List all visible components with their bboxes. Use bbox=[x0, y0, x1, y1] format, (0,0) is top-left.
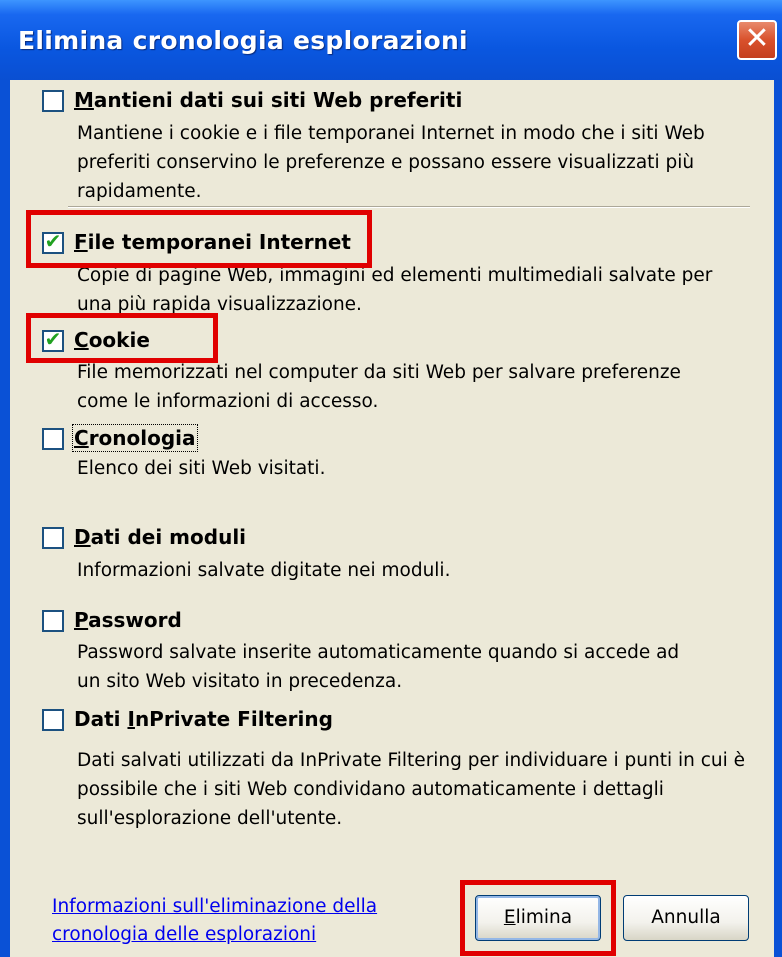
mnemonic: C bbox=[74, 426, 89, 450]
mnemonic: I bbox=[127, 707, 135, 731]
description-line: Elenco dei siti Web visitati. bbox=[77, 458, 326, 479]
highlight-cookies bbox=[26, 313, 218, 363]
label-form-data[interactable]: Dati dei moduli bbox=[74, 525, 246, 549]
mnemonic: P bbox=[74, 608, 89, 632]
label-text: ronologia bbox=[88, 426, 196, 450]
label-keep-favorites[interactable]: Mantieni dati sui siti Web preferiti bbox=[74, 88, 462, 112]
description-line: preferiti conservino le preferenze e pos… bbox=[77, 152, 695, 173]
description-cookies: File memorizzati nel computer da siti We… bbox=[77, 358, 681, 416]
description-line: Informazioni salvate digitate nei moduli… bbox=[77, 560, 451, 581]
highlight-delete-button bbox=[460, 880, 616, 956]
label-text: ati dei moduli bbox=[90, 525, 247, 549]
label-text: nPrivate Filtering bbox=[134, 707, 333, 731]
label-text: assword bbox=[88, 608, 182, 632]
description-line: un sito Web visitato in precedenza. bbox=[77, 671, 403, 692]
checkbox-passwords[interactable] bbox=[42, 610, 64, 632]
description-inprivate-data: Dati salvati utilizzati da InPrivate Fil… bbox=[77, 746, 745, 833]
mnemonic: M bbox=[74, 88, 94, 112]
label-passwords[interactable]: Password bbox=[74, 608, 182, 632]
dialog-title: Elimina cronologia esplorazioni bbox=[18, 26, 468, 55]
label-history[interactable]: Cronologia bbox=[72, 424, 198, 452]
description-temp-files: Copie di pagine Web, immagini ed element… bbox=[77, 261, 712, 319]
separator-line bbox=[68, 206, 750, 208]
description-line: Password salvate inserite automaticament… bbox=[77, 642, 680, 663]
label-inprivate-data[interactable]: Dati InPrivate Filtering bbox=[74, 707, 333, 731]
mnemonic: D bbox=[74, 525, 91, 549]
description-line: come le informazioni di accesso. bbox=[77, 391, 379, 412]
help-link-line-1[interactable]: Informazioni sull'eliminazione della bbox=[52, 896, 377, 917]
description-line: Mantiene i cookie e i file temporanei In… bbox=[77, 123, 705, 144]
label-text: antieni dati sui siti Web preferiti bbox=[93, 88, 463, 112]
checkbox-inprivate-data[interactable] bbox=[42, 709, 64, 731]
label-prefix: Dati bbox=[74, 707, 128, 731]
cancel-button[interactable]: Annulla bbox=[623, 895, 749, 941]
highlight-temp-files bbox=[26, 210, 372, 268]
dialog-window: Elimina cronologia esplorazioni ✕ Mantie… bbox=[0, 0, 782, 957]
description-form-data: Informazioni salvate digitate nei moduli… bbox=[77, 556, 450, 585]
description-keep-favorites: Mantiene i cookie e i file temporanei In… bbox=[77, 119, 705, 206]
close-button[interactable]: ✕ bbox=[737, 20, 777, 60]
checkbox-keep-favorites[interactable] bbox=[42, 90, 64, 112]
checkbox-history[interactable] bbox=[42, 428, 64, 450]
description-history: Elenco dei siti Web visitati. bbox=[77, 454, 325, 483]
description-line: sull'esplorazione dell'utente. bbox=[77, 808, 343, 829]
close-icon: ✕ bbox=[744, 21, 770, 56]
help-link-line-2[interactable]: cronologia delle esplorazioni bbox=[52, 924, 316, 945]
description-line: possibile che i siti Web condividano aut… bbox=[77, 779, 664, 800]
description-line: Dati salvati utilizzati da InPrivate Fil… bbox=[77, 750, 746, 771]
checkbox-form-data[interactable] bbox=[42, 527, 64, 549]
description-line: rapidamente. bbox=[77, 181, 202, 202]
description-passwords: Password salvate inserite automaticament… bbox=[77, 638, 679, 696]
title-bar[interactable]: Elimina cronologia esplorazioni ✕ bbox=[0, 0, 782, 80]
